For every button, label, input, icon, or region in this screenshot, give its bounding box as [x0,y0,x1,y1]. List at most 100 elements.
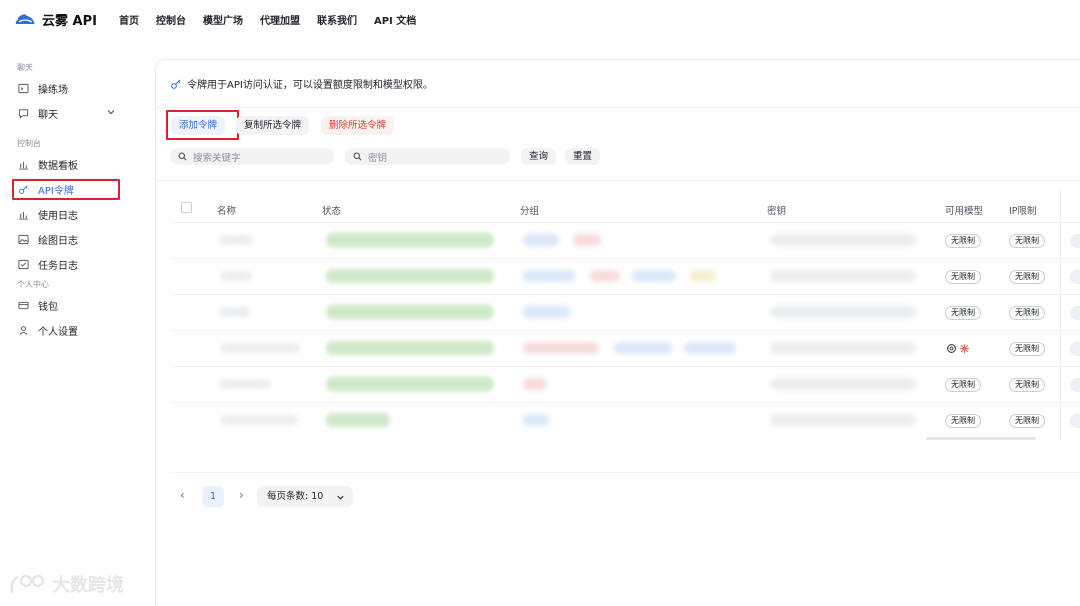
openai-icon [947,344,956,353]
row-divider [170,294,1080,295]
blurred-name [220,379,270,389]
search-icon [178,152,187,161]
nav-console[interactable]: 控制台 [156,12,186,27]
row-action[interactable] [1070,306,1080,320]
sidebar-item-label: 个人设置 [38,327,78,338]
blurred-name [220,271,252,281]
model-icons [946,343,970,354]
sidebar-section-chat: 聊天 [17,63,33,72]
task-check-icon [17,259,29,271]
blurred-group [632,270,676,282]
keyword-search-input[interactable]: 搜索关键字 [170,148,334,165]
ip-limit-tag: 无限制 [1009,306,1045,320]
sidebar-item-label: 钱包 [38,302,58,313]
ip-limit-tag: 无限制 [1009,270,1045,284]
blurred-key [770,270,916,282]
nav-model-square[interactable]: 模型广场 [203,12,243,27]
copy-selected-button[interactable]: 复制所选令牌 [236,116,310,135]
blurred-name [220,235,252,245]
next-page-icon[interactable]: › [239,488,244,502]
watermark-logo-icon [10,574,45,594]
blurred-group [523,306,571,318]
nav-contact[interactable]: 联系我们 [317,12,357,27]
models-tag: 无限制 [945,306,981,320]
bar-chart-icon [17,209,29,221]
sidebar-item-settings[interactable]: 个人设置 [0,318,150,343]
delete-selected-button[interactable]: 删除所选令牌 [321,116,395,135]
sidebar-item-task-log[interactable]: 任务日志 [0,252,150,277]
blurred-key [770,378,916,390]
column-header-name: 名称 [217,206,237,217]
sidebar-item-label: 数据看板 [38,161,78,172]
blurred-group [523,234,559,246]
blurred-status [326,413,390,427]
column-header-models: 可用模型 [945,206,984,217]
chevron-down-icon [337,495,344,500]
query-button[interactable]: 查询 [521,148,557,165]
nav-api-docs[interactable]: API 文档 [374,12,416,27]
blurred-status [326,269,494,283]
blurred-group [523,414,549,426]
key-search-input[interactable]: 密钥 [345,148,510,165]
sidebar-item-chat[interactable]: 聊天 [0,101,150,126]
prev-page-icon[interactable]: ‹ [180,488,185,502]
column-header-status: 状态 [322,206,342,217]
horizontal-scrollbar[interactable] [926,437,1036,440]
tokens-panel [155,59,1080,606]
select-all-checkbox[interactable] [181,202,192,213]
row-action[interactable] [1070,270,1080,284]
sidebar-item-drawing-log[interactable]: 绘图日志 [0,227,150,252]
row-divider [170,258,1080,259]
page-number-current[interactable]: 1 [202,486,224,507]
row-action[interactable] [1070,378,1080,392]
column-header-ip-limit: IP限制 [1009,206,1037,217]
blurred-group [573,234,601,246]
wallet-icon [17,300,29,312]
image-icon [17,234,29,246]
sidebar-item-label: 任务日志 [38,261,78,272]
search-icon [353,152,362,161]
nav-home[interactable]: 首页 [119,12,139,27]
key-icon [171,79,181,89]
playground-icon [17,83,29,95]
row-divider [170,330,1080,331]
page-size-select[interactable]: 每页条数: 10 [257,486,353,507]
row-divider [170,222,1080,223]
blurred-name [220,343,300,353]
row-action[interactable] [1070,234,1080,248]
sidebar-item-dashboard[interactable]: 数据看板 [0,152,150,177]
sidebar-item-wallet[interactable]: 钱包 [0,293,150,318]
brand-name: 云雾 API [42,13,97,29]
blurred-key [770,414,916,426]
sidebar-item-label: 聊天 [38,110,58,121]
chevron-down-icon[interactable] [106,107,116,117]
notice-banner: 令牌用于API访问认证，可以设置额度限制和模型权限。 [170,76,433,91]
blurred-key [770,234,916,246]
main-nav: 首页 控制台 模型广场 代理加盟 联系我们 API 文档 [119,12,433,27]
blurred-group [523,378,547,390]
sidebar-item-playground[interactable]: 操练场 [0,76,150,101]
row-action[interactable] [1070,414,1080,428]
blurred-status [326,233,494,247]
reset-button[interactable]: 重置 [565,148,601,165]
top-navbar: 云雾 API 首页 控制台 模型广场 代理加盟 联系我们 API 文档 [0,0,1080,38]
nav-agent[interactable]: 代理加盟 [260,12,300,27]
sidebar-item-label: 绘图日志 [38,236,78,247]
notice-text: 令牌用于API访问认证，可以设置额度限制和模型权限。 [187,80,433,91]
blurred-key [770,306,916,318]
sidebar-item-label: 使用日志 [38,211,78,222]
blurred-key [770,342,916,354]
row-divider [170,366,1080,367]
table-bottom-divider [170,472,1080,473]
models-tag: 无限制 [945,234,981,248]
row-action[interactable] [1070,342,1080,356]
models-tag: 无限制 [945,414,981,428]
watermark-text: 大数跨境 [52,575,124,596]
sidebar-item-label: 操练场 [38,85,68,96]
blurred-group [523,270,575,282]
sidebar-item-usage-log[interactable]: 使用日志 [0,202,150,227]
brand-logo[interactable]: 云雾 API [14,10,97,29]
key-placeholder: 密钥 [368,152,388,164]
claude-icon [959,343,970,354]
cloud-logo-icon [15,14,35,24]
